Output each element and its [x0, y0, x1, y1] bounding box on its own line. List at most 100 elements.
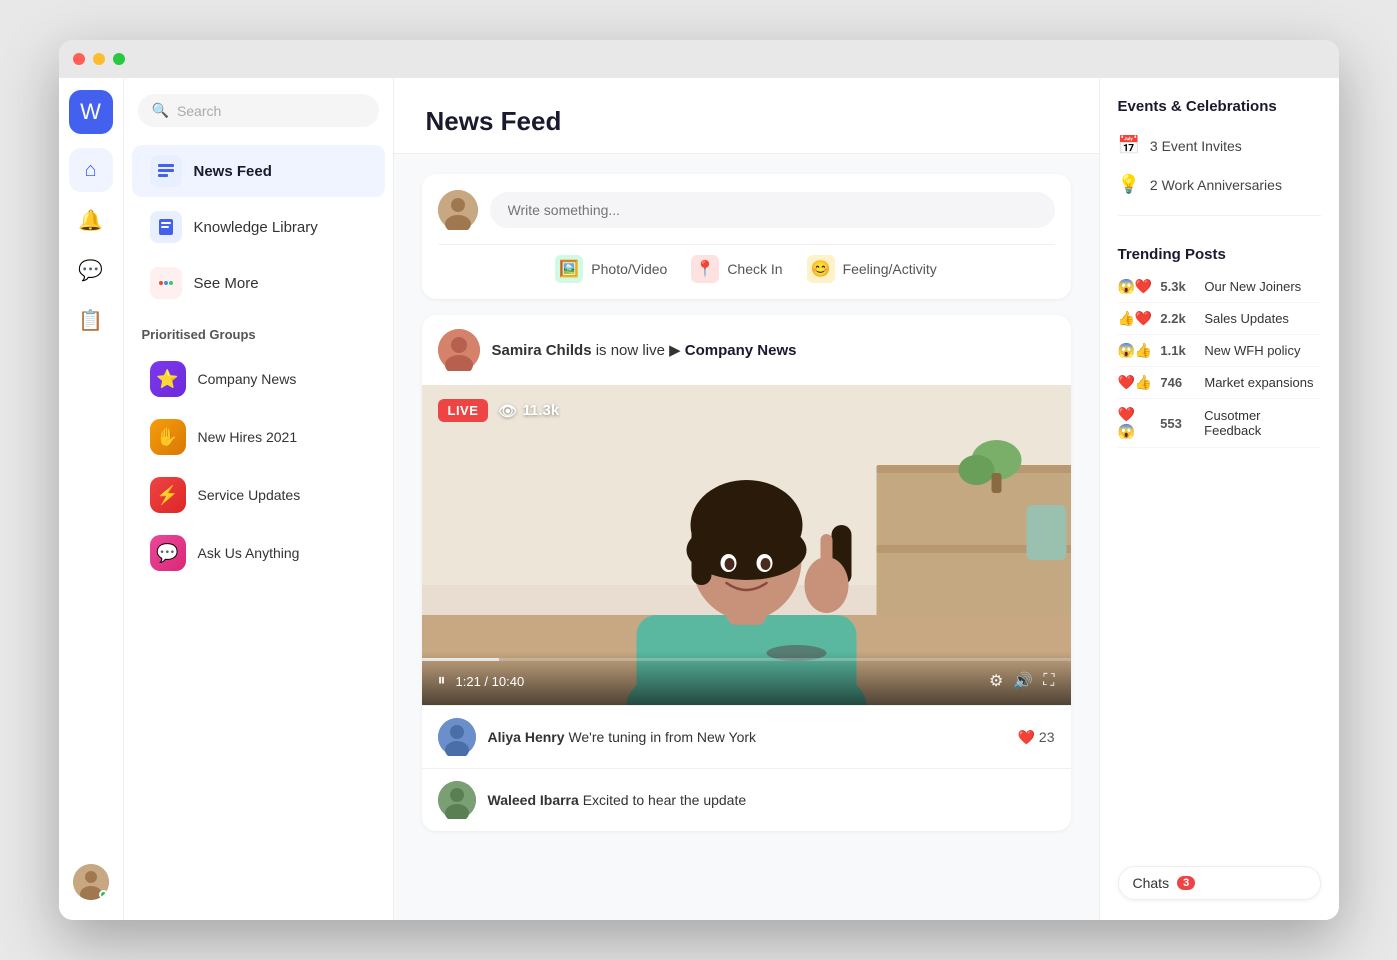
anniversary-icon: 💡 — [1118, 174, 1140, 195]
chats-label: Chats — [1133, 875, 1170, 891]
calendar-icon: 📅 — [1118, 135, 1140, 156]
trending-item-1[interactable]: 👍❤️ 2.2k Sales Updates — [1118, 303, 1321, 335]
trending-label-0: Our New Joiners — [1204, 279, 1301, 294]
trending-item-4[interactable]: ❤️😱 553 Cusotmer Feedback — [1118, 399, 1321, 448]
comment-author-waleed: Waleed Ibarra — [488, 792, 579, 808]
maximize-button[interactable] — [113, 53, 125, 65]
news-feed-icon — [150, 155, 182, 187]
play-pause-button[interactable]: ⏸ — [438, 672, 446, 690]
eye-icon: 👁 — [498, 402, 517, 420]
comment-aliya: Aliya Henry We're tuning in from New Yor… — [422, 705, 1071, 768]
comment-author-aliya: Aliya Henry — [488, 729, 565, 745]
close-button[interactable] — [73, 53, 85, 65]
trending-item-0[interactable]: 😱❤️ 5.3k Our New Joiners — [1118, 271, 1321, 303]
reaction-count-aliya: ❤️ 23 — [1017, 729, 1054, 746]
minimize-button[interactable] — [93, 53, 105, 65]
work-anniversaries-label: 2 Work Anniversaries — [1150, 177, 1282, 193]
comment-text-waleed: Waleed Ibarra Excited to hear the update — [488, 792, 747, 808]
group-item-service-updates[interactable]: ⚡ Service Updates — [132, 468, 385, 522]
post-composer: 🖼️ Photo/Video 📍 Check In 😊 Feeling/Acti… — [422, 174, 1071, 299]
video-player[interactable]: LIVE 👁 11.3k ⏸ — [422, 385, 1071, 705]
see-more-icon — [150, 267, 182, 299]
trending-section-title: Trending Posts — [1118, 246, 1321, 263]
live-post: Samira Childs is now live ▶ Company News — [422, 315, 1071, 831]
search-bar[interactable]: 🔍 Search — [138, 94, 379, 127]
divider — [1118, 215, 1321, 216]
group-item-company-news[interactable]: ⭐ Company News — [132, 352, 385, 406]
video-overlay-top: LIVE 👁 11.3k — [422, 385, 1071, 436]
group-item-ask-us-anything[interactable]: 💬 Ask Us Anything — [132, 526, 385, 580]
compose-input[interactable] — [490, 192, 1055, 228]
comment-content-waleed: Excited to hear the update — [583, 792, 746, 808]
chats-bar[interactable]: Chats 3 — [1118, 866, 1321, 900]
post-author-avatar — [438, 329, 480, 371]
video-controls: ⏸ 1:21 / 10:40 ⚙ 🔊 ⛶ — [422, 651, 1071, 705]
comment-avatar-waleed — [438, 781, 476, 819]
post-meta: Samira Childs is now live ▶ Company News — [492, 341, 797, 359]
comment-text-aliya: Aliya Henry We're tuning in from New Yor… — [488, 729, 757, 745]
sidebar-item-knowledge-library[interactable]: Knowledge Library — [132, 201, 385, 253]
trending-reactions-1: 👍❤️ — [1118, 310, 1153, 327]
check-in-icon: 📍 — [691, 255, 719, 283]
groups-section-title: Prioritised Groups — [124, 311, 393, 350]
sidebar-item-news-feed[interactable]: News Feed — [132, 145, 385, 197]
trending-label-3: Market expansions — [1204, 375, 1313, 390]
brand-logo[interactable]: W — [69, 90, 113, 134]
trending-item-2[interactable]: 😱👍 1.1k New WFH policy — [1118, 335, 1321, 367]
post-arrow: ▶ — [669, 342, 681, 359]
main-content: News Feed — [394, 78, 1099, 920]
composer-avatar — [438, 190, 478, 230]
event-invites[interactable]: 📅 3 Event Invites — [1118, 129, 1321, 162]
service-updates-icon: ⚡ — [150, 477, 186, 513]
chats-count-badge: 3 — [1177, 876, 1195, 890]
trending-reactions-3: ❤️👍 — [1118, 374, 1153, 391]
fullscreen-button[interactable]: ⛶ — [1043, 672, 1054, 690]
home-button[interactable]: ⌂ — [69, 148, 113, 192]
trending-count-2: 1.1k — [1160, 343, 1196, 358]
post-action: is now live — [596, 342, 669, 359]
feeling-label: Feeling/Activity — [843, 261, 937, 277]
trending-label-4: Cusotmer Feedback — [1204, 408, 1320, 438]
see-more-label: See More — [194, 275, 259, 292]
notification-button[interactable]: 🔔 — [69, 198, 113, 242]
volume-button[interactable]: 🔊 — [1013, 671, 1033, 691]
trending-count-3: 746 — [1160, 375, 1196, 390]
trending-count-4: 553 — [1160, 416, 1196, 431]
trending-section: Trending Posts 😱❤️ 5.3k Our New Joiners … — [1118, 246, 1321, 448]
sidebar-item-see-more[interactable]: See More — [132, 257, 385, 309]
post-group[interactable]: Company News — [685, 342, 797, 359]
group-item-new-hires[interactable]: ✋ New Hires 2021 — [132, 410, 385, 464]
main-header: News Feed — [394, 78, 1099, 154]
main-feed: 🖼️ Photo/Video 📍 Check In 😊 Feeling/Acti… — [394, 154, 1099, 851]
user-avatar[interactable] — [73, 864, 109, 900]
page-title: News Feed — [426, 106, 1067, 137]
composer-top — [438, 190, 1055, 230]
ask-us-anything-label: Ask Us Anything — [198, 545, 300, 561]
photo-video-button[interactable]: 🖼️ Photo/Video — [555, 255, 667, 283]
service-updates-label: Service Updates — [198, 487, 301, 503]
new-hires-icon: ✋ — [150, 419, 186, 455]
settings-button[interactable]: ⚙ — [989, 671, 1003, 691]
right-panel: Events & Celebrations 📅 3 Event Invites … — [1099, 78, 1339, 920]
feeling-button[interactable]: 😊 Feeling/Activity — [807, 255, 937, 283]
video-time: 1:21 / 10:40 — [456, 674, 980, 689]
bookmark-button[interactable]: 📋 — [69, 298, 113, 342]
viewer-count-value: 11.3k — [522, 402, 559, 419]
company-news-label: Company News — [198, 371, 297, 387]
reaction-emoji-aliya: ❤️ — [1017, 729, 1034, 746]
brand-icon: W — [80, 99, 101, 125]
work-anniversaries[interactable]: 💡 2 Work Anniversaries — [1118, 168, 1321, 201]
company-news-icon: ⭐ — [150, 361, 186, 397]
news-feed-label: News Feed — [194, 163, 272, 180]
check-in-button[interactable]: 📍 Check In — [691, 255, 782, 283]
event-invites-label: 3 Event Invites — [1150, 138, 1242, 154]
composer-actions: 🖼️ Photo/Video 📍 Check In 😊 Feeling/Acti… — [438, 244, 1055, 283]
trending-item-3[interactable]: ❤️👍 746 Market expansions — [1118, 367, 1321, 399]
live-badge: LIVE — [438, 399, 489, 422]
trending-reactions-0: 😱❤️ — [1118, 278, 1153, 295]
check-in-label: Check In — [727, 261, 782, 277]
feeling-icon: 😊 — [807, 255, 835, 283]
chat-button[interactable]: 💬 — [69, 248, 113, 292]
titlebar — [59, 40, 1339, 78]
knowledge-library-icon — [150, 211, 182, 243]
